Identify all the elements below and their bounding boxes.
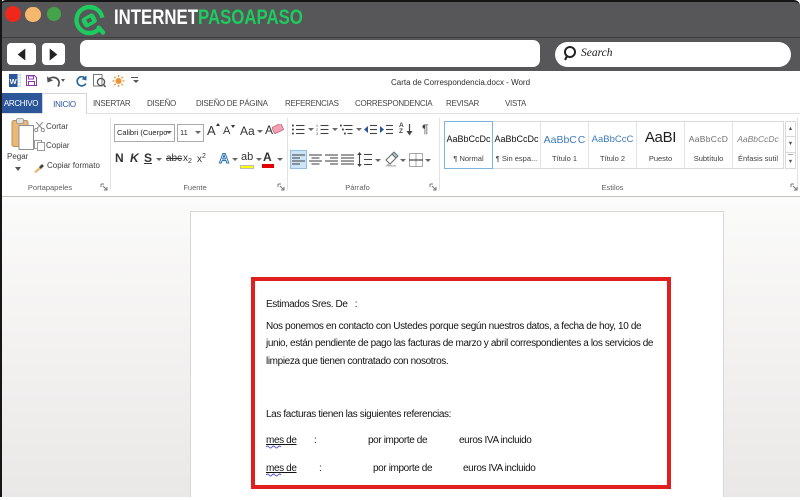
- svg-text:3: 3: [316, 132, 318, 135]
- svg-text:W: W: [10, 77, 18, 86]
